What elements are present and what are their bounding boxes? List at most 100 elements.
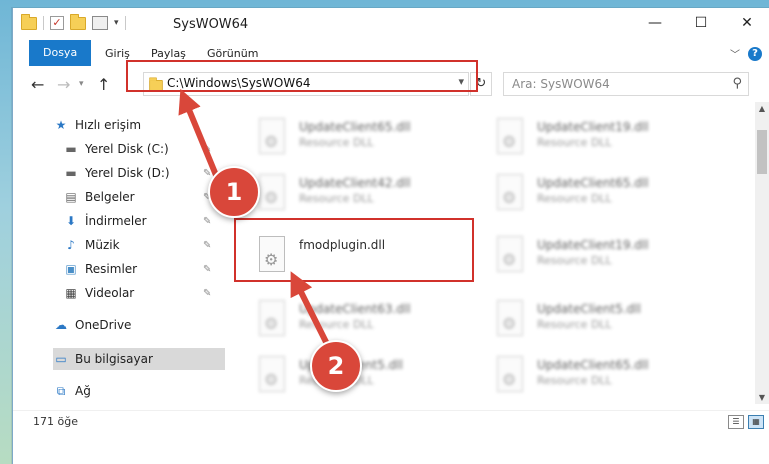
computer-icon: ▭ [55, 352, 67, 366]
cloud-icon: ☁ [55, 318, 67, 332]
step-2-badge: 2 [310, 340, 362, 392]
drive-icon: ▬ [65, 142, 77, 156]
sidebar-item-quick-access[interactable]: ★ Hızlı erişim [53, 114, 223, 136]
file-name: UpdateClient65.dll [299, 120, 411, 134]
expand-ribbon-icon[interactable]: ﹀ [730, 46, 740, 61]
file-item[interactable]: ⚙ UpdateClient19.dll Resource DLL [485, 112, 705, 160]
file-name: UpdateClient65.dll [537, 358, 649, 372]
picture-icon: ▣ [65, 262, 77, 276]
document-icon: ▤ [65, 190, 77, 204]
recent-locations-chevron-icon[interactable]: ▾ [79, 79, 84, 89]
file-type: Resource DLL [537, 374, 612, 387]
customize-toolbar-icon[interactable] [92, 16, 108, 30]
scroll-down-icon[interactable]: ▼ [755, 393, 769, 402]
file-type: Resource DLL [537, 254, 612, 267]
search-input[interactable]: Ara: SysWOW64 ⚲ [503, 72, 749, 96]
properties-checkbox-icon[interactable]: ✓ [50, 16, 64, 30]
sidebar-item-music[interactable]: ♪ Müzik ✎ [63, 234, 223, 256]
file-item[interactable]: ⚙ UpdateClient19.dll Resource DLL [485, 230, 705, 278]
scrollbar-thumb[interactable] [757, 130, 767, 174]
file-name: UpdateClient65.dll [537, 176, 649, 190]
download-icon: ⬇ [65, 214, 77, 228]
file-type: Resource DLL [299, 136, 374, 149]
file-item[interactable]: ⚙ UpdateClient65.dll Resource DLL [485, 350, 705, 398]
tab-file[interactable]: Dosya [29, 40, 92, 66]
ribbon-help-area: ﹀ ? [730, 46, 762, 61]
file-item[interactable]: ⚙ UpdateClient42.dll Resource DLL [247, 168, 467, 216]
video-icon: ▦ [65, 286, 77, 300]
up-arrow-icon[interactable]: ↑ [97, 75, 110, 94]
sidebar-item-label: Yerel Disk (C:) [85, 142, 169, 156]
toolbar-separator [43, 16, 44, 30]
dll-file-icon: ⚙ [257, 118, 287, 154]
sidebar-item-onedrive[interactable]: ☁ OneDrive [53, 314, 223, 336]
file-type: Resource DLL [299, 318, 374, 331]
sidebar-item-downloads[interactable]: ⬇ İndirmeler ✎ [63, 210, 223, 232]
sidebar-item-label: İndirmeler [85, 214, 147, 228]
dll-file-icon: ⚙ [257, 356, 287, 392]
file-highlight [234, 218, 474, 282]
sidebar-item-label: Hızlı erişim [75, 118, 142, 132]
chevron-down-icon[interactable]: ▾ [114, 18, 119, 28]
file-item[interactable]: ⚙ UpdateClient65.dll Resource DLL [247, 112, 467, 160]
navigation-pane: ★ Hızlı erişim ▬ Yerel Disk (C:) ✎ ▬ Yer… [13, 102, 225, 402]
file-name: UpdateClient63.dll [299, 302, 411, 316]
scroll-up-icon[interactable]: ▲ [755, 104, 769, 113]
pin-icon[interactable]: ✎ [203, 144, 211, 155]
file-type: Resource DLL [537, 136, 612, 149]
sidebar-item-label: Videolar [85, 286, 135, 300]
sidebar-item-videos[interactable]: ▦ Videolar ✎ [63, 282, 223, 304]
file-name: UpdateClient42.dll [299, 176, 411, 190]
star-icon: ★ [55, 118, 67, 132]
search-placeholder: Ara: SysWOW64 [512, 77, 610, 91]
pin-icon[interactable]: ✎ [203, 240, 211, 251]
minimize-button[interactable]: — [632, 8, 678, 38]
item-count: 171 öğe [33, 415, 78, 428]
dll-file-icon: ⚙ [257, 174, 287, 210]
file-item[interactable]: ⚙ UpdateClient65.dll Resource DLL [485, 168, 705, 216]
dll-file-icon: ⚙ [495, 174, 525, 210]
sidebar-item-label: Yerel Disk (D:) [85, 166, 170, 180]
file-name: UpdateClient19.dll [537, 238, 649, 252]
dll-file-icon: ⚙ [495, 236, 525, 272]
window-controls: — ☐ ✕ [632, 8, 769, 38]
details-view-icon[interactable]: ☰ [728, 415, 744, 429]
network-icon: ⧉ [56, 383, 66, 398]
pin-icon[interactable]: ✎ [203, 288, 211, 299]
pin-icon[interactable]: ✎ [203, 216, 211, 227]
step-1-badge: 1 [208, 166, 260, 218]
dll-file-icon: ⚙ [495, 300, 525, 336]
pin-icon[interactable]: ✎ [203, 264, 211, 275]
dll-file-icon: ⚙ [495, 118, 525, 154]
forward-arrow-icon[interactable]: → [57, 75, 70, 94]
file-name: UpdateClient5.dll [537, 302, 641, 316]
sidebar-item-label: Müzik [85, 238, 120, 252]
sidebar-item-local-disk-d[interactable]: ▬ Yerel Disk (D:) ✎ [63, 162, 223, 184]
sidebar-item-label: Resimler [85, 262, 138, 276]
new-folder-icon[interactable] [70, 13, 86, 30]
sidebar-item-local-disk-c[interactable]: ▬ Yerel Disk (C:) ✎ [63, 138, 223, 160]
search-icon[interactable]: ⚲ [732, 76, 742, 91]
drive-icon: ▬ [65, 166, 77, 180]
tiles-view-icon[interactable]: ▦ [748, 415, 764, 429]
file-name: UpdateClient19.dll [537, 120, 649, 134]
window-title: SysWOW64 [173, 17, 249, 32]
file-item[interactable]: ⚙ UpdateClient63.dll Resource DLL [247, 294, 467, 342]
toolbar-separator [124, 16, 126, 30]
sidebar-item-documents[interactable]: ▤ Belgeler ✎ [63, 186, 223, 208]
sidebar-item-network[interactable]: ⧉ Ağ [53, 380, 223, 402]
back-arrow-icon[interactable]: ← [31, 75, 44, 94]
folder-icon [21, 13, 37, 30]
pin-icon[interactable]: ✎ [203, 168, 211, 179]
file-item[interactable]: ⚙ UpdateClient5.dll Resource DLL [485, 294, 705, 342]
sidebar-item-this-pc[interactable]: ▭ Bu bilgisayar [53, 348, 225, 370]
status-bar: 171 öğe ☰ ▦ [13, 410, 769, 433]
sidebar-item-pictures[interactable]: ▣ Resimler ✎ [63, 258, 223, 280]
maximize-button[interactable]: ☐ [678, 8, 724, 38]
sidebar-item-label: OneDrive [75, 318, 132, 332]
vertical-scrollbar[interactable]: ▲ ▼ [755, 102, 769, 404]
close-button[interactable]: ✕ [724, 8, 769, 38]
file-type: Resource DLL [299, 192, 374, 205]
help-icon[interactable]: ? [748, 46, 762, 61]
address-bar-highlight [126, 60, 478, 92]
